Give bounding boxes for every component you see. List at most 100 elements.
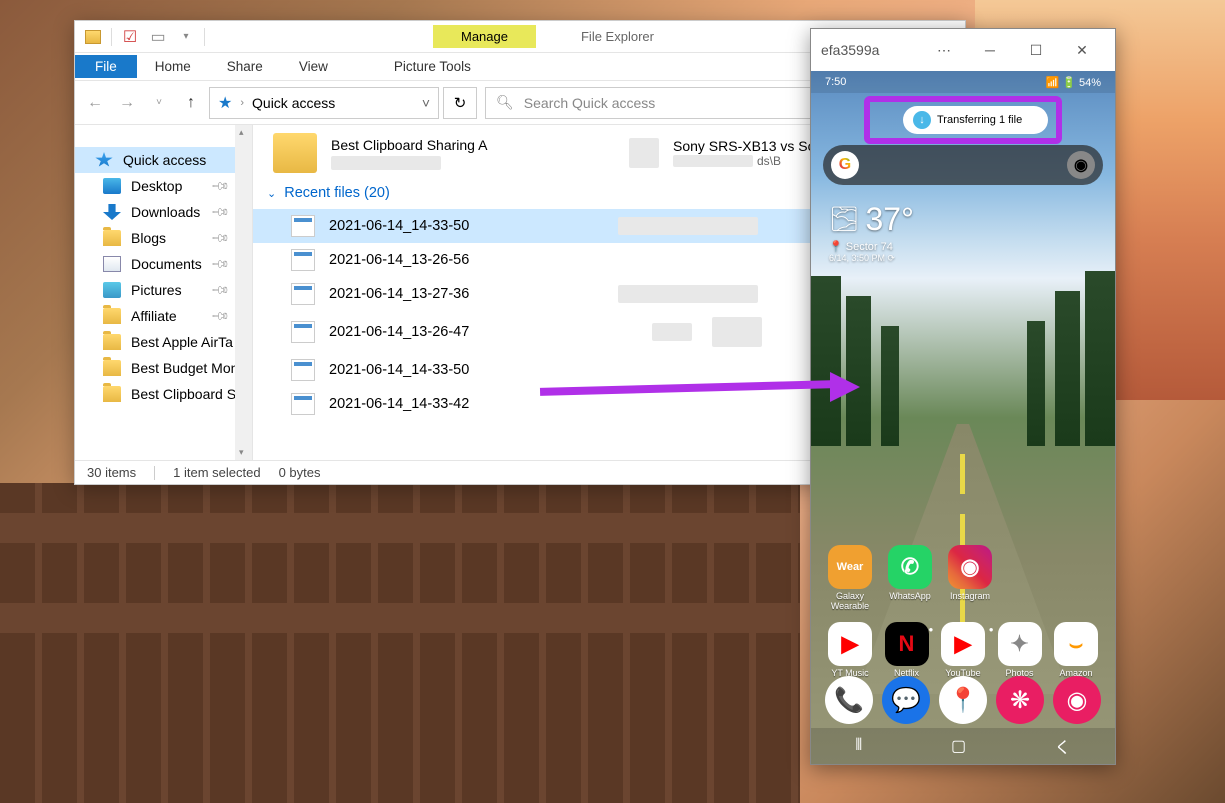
dock-app[interactable]: ❋ xyxy=(996,676,1044,724)
sidebar-label: Desktop xyxy=(131,178,182,194)
home-tab[interactable]: Home xyxy=(137,55,209,78)
app-whatsapp[interactable]: ✆ WhatsApp xyxy=(885,545,935,612)
app-grid: WearGalaxy Wearable✆WhatsApp◉Instagram ▶… xyxy=(811,545,1115,689)
qat-properties-icon[interactable]: ☑ xyxy=(120,27,140,47)
sidebar-label: Quick access xyxy=(123,152,206,168)
file-icon xyxy=(291,359,315,381)
weather-icon: 🌫 xyxy=(829,205,859,234)
sidebar-item[interactable]: Best Budget Mon xyxy=(75,355,252,381)
home-button[interactable]: ▢ xyxy=(951,736,966,756)
blurred-icon xyxy=(629,138,659,168)
google-search-bar[interactable]: G ◉ xyxy=(823,145,1103,185)
annotation-highlight xyxy=(864,96,1062,144)
more-button[interactable]: ⋯ xyxy=(921,29,967,71)
sidebar-scrollbar[interactable] xyxy=(235,125,252,460)
sidebar-item[interactable]: Affiliate 📌︎ xyxy=(75,303,252,329)
back-button[interactable]: く xyxy=(1055,734,1071,758)
search-placeholder: Search Quick access xyxy=(524,95,656,111)
pin-icon: 📌︎ xyxy=(210,254,231,275)
sidebar-item[interactable]: Documents 📌︎ xyxy=(75,251,252,277)
folder-icon xyxy=(103,334,121,350)
desktop-icon xyxy=(103,178,121,194)
sidebar-item[interactable]: Best Apple AirTa xyxy=(75,329,252,355)
address-dropdown-icon[interactable]: ˅ xyxy=(422,95,430,111)
phone-titlebar[interactable]: efa3599a ⋯ ─ ☐ ✕ xyxy=(811,29,1115,71)
phone-screen[interactable]: 7:50 📶 🔋 54% ↓ Transferring 1 file G ◉ 🌫… xyxy=(811,71,1115,764)
folder-icon xyxy=(103,386,121,402)
item-count: 30 items xyxy=(87,465,136,480)
folder-icon xyxy=(103,308,121,324)
pin-icon: 📌︎ xyxy=(210,202,231,223)
sidebar-label: Best Budget Mon xyxy=(131,360,238,376)
dock-app[interactable]: ◉ xyxy=(1053,676,1101,724)
file-name: 2021-06-14_13-26-47 xyxy=(329,324,469,340)
sidebar-item[interactable]: Pictures📌︎ xyxy=(75,277,252,303)
pin-icon: 📌︎ xyxy=(210,306,231,327)
recent-dropdown[interactable]: ˅ xyxy=(145,89,173,117)
sidebar: Quick accessDesktop📌︎Downloads📌︎Blogs📌︎D… xyxy=(75,125,253,460)
manage-tab[interactable]: Manage xyxy=(433,25,536,48)
google-icon: G xyxy=(831,151,859,179)
view-tab[interactable]: View xyxy=(281,55,346,78)
picture-tools-tab[interactable]: Picture Tools xyxy=(376,55,489,78)
app-instagram[interactable]: ◉Instagram xyxy=(945,545,995,612)
sidebar-label: Affiliate xyxy=(131,308,177,324)
forward-button[interactable]: → xyxy=(113,89,141,117)
sidebar-label: Documents xyxy=(131,256,202,272)
search-icon: 🔍︎ xyxy=(496,94,514,111)
page-indicator[interactable]: ● ● ● ● ● xyxy=(811,625,1115,634)
weather-widget[interactable]: 🌫37° 📍 Sector 74 6/14, 3:50 PM ⟳ xyxy=(829,201,914,264)
app-label: WhatsApp xyxy=(885,592,935,602)
folder-name: Best Clipboard Sharing A xyxy=(331,137,487,153)
close-button[interactable]: ✕ xyxy=(1059,29,1105,71)
app-icon: Wear xyxy=(828,545,872,589)
dock-app[interactable]: 📞 xyxy=(825,676,873,724)
explorer-icon xyxy=(83,27,103,47)
minimize-button[interactable]: ─ xyxy=(967,29,1013,71)
sidebar-label: Downloads xyxy=(131,204,200,220)
dock-app[interactable]: 💬 xyxy=(882,676,930,724)
app-label: Instagram xyxy=(945,592,995,602)
file-name: 2021-06-14_14-33-50 xyxy=(329,362,469,378)
pin-icon: 📌︎ xyxy=(210,176,231,197)
refresh-button[interactable]: ↻ xyxy=(443,87,477,119)
sidebar-label: Pictures xyxy=(131,282,182,298)
address-bar[interactable]: ★ › Quick access ˅ xyxy=(209,87,439,119)
sidebar-item[interactable]: Best Clipboard S xyxy=(75,381,252,407)
qat-newfolder-icon[interactable]: ▭ xyxy=(148,27,168,47)
window-title: File Explorer xyxy=(581,29,654,44)
sidebar-item[interactable]: Quick access xyxy=(75,147,252,173)
file-icon xyxy=(291,215,315,237)
file-icon xyxy=(291,283,315,305)
sidebar-item[interactable]: Blogs📌︎ xyxy=(75,225,252,251)
selected-count: 1 item selected xyxy=(173,465,260,480)
recents-button[interactable]: ⦀ xyxy=(855,737,862,755)
recent-files-label: Recent files (20) xyxy=(284,185,390,201)
phone-nav-bar: ⦀ ▢ く xyxy=(811,728,1115,764)
file-icon xyxy=(291,393,315,415)
file-name: 2021-06-14_13-26-56 xyxy=(329,252,469,268)
chevron-right-icon: › xyxy=(240,97,244,109)
sidebar-label: Best Apple AirTa xyxy=(131,334,233,350)
lens-icon[interactable]: ◉ xyxy=(1067,151,1095,179)
dock-app[interactable]: 📍 xyxy=(939,676,987,724)
folder-icon xyxy=(103,360,121,376)
qat-dropdown-icon[interactable]: ▾ xyxy=(176,27,196,47)
phone-status-bar: 7:50 📶 🔋 54% xyxy=(811,71,1115,93)
up-button[interactable]: ↑ xyxy=(177,89,205,117)
back-button[interactable]: ← xyxy=(81,89,109,117)
sidebar-item[interactable]: Desktop 📌︎ xyxy=(75,173,252,199)
maximize-button[interactable]: ☐ xyxy=(1013,29,1059,71)
annotation-arrow xyxy=(540,375,860,405)
phone-title-text: efa3599a xyxy=(821,42,879,58)
share-tab[interactable]: Share xyxy=(209,55,281,78)
file-tab[interactable]: File xyxy=(75,55,137,78)
address-text: Quick access xyxy=(252,95,335,111)
app-icon: ✆ xyxy=(888,545,932,589)
pin-icon: 📌︎ xyxy=(210,228,231,249)
app-galaxy-wearable[interactable]: WearGalaxy Wearable xyxy=(825,545,875,612)
sidebar-label: Best Clipboard S xyxy=(131,386,236,402)
frequent-folder[interactable]: Best Clipboard Sharing A xyxy=(253,131,609,175)
sidebar-item[interactable]: Downloads 📌︎ xyxy=(75,199,252,225)
file-name: 2021-06-14_14-33-42 xyxy=(329,396,469,412)
